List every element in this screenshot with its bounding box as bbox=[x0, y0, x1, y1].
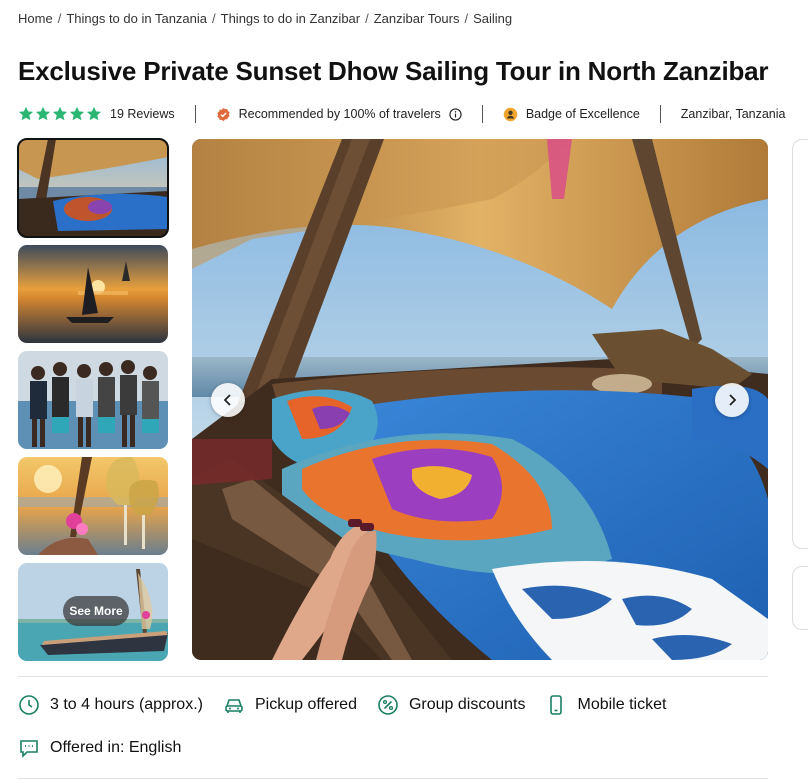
location-text: Zanzibar, Tanzania bbox=[680, 107, 786, 121]
feature-list: 3 to 4 hours (approx.) Pickup offered Gr… bbox=[18, 694, 686, 716]
breadcrumb-zanzibar-tours[interactable]: Zanzibar Tours bbox=[374, 11, 460, 26]
thumbnail-sunset-deck[interactable] bbox=[17, 138, 169, 238]
ticket-text: Mobile ticket bbox=[577, 696, 667, 713]
recommended-text: Recommended by 100% of travelers bbox=[238, 107, 441, 121]
breadcrumb-separator: / bbox=[57, 11, 62, 26]
thumbnail-sunset-sailboat[interactable] bbox=[18, 245, 168, 343]
booking-panel-edge bbox=[792, 139, 808, 549]
feature-pickup: Pickup offered bbox=[223, 694, 357, 716]
page-title: Exclusive Private Sunset Dhow Sailing To… bbox=[18, 56, 769, 86]
badge-text: Badge of Excellence bbox=[525, 107, 640, 121]
divider bbox=[18, 778, 768, 779]
divider bbox=[481, 105, 483, 123]
feature-duration: 3 to 4 hours (approx.) bbox=[18, 694, 203, 716]
divider bbox=[194, 105, 196, 123]
breadcrumb-home[interactable]: Home bbox=[18, 11, 53, 26]
breadcrumb: Home / Things to do in Tanzania / Things to … bbox=[18, 11, 512, 26]
duration-text: 3 to 4 hours (approx.) bbox=[50, 696, 203, 713]
breadcrumb-separator: / bbox=[464, 11, 469, 26]
reviews-link[interactable]: 19 Reviews bbox=[110, 107, 175, 121]
star-icon bbox=[86, 106, 102, 121]
star-icon bbox=[69, 106, 85, 121]
previous-image-button[interactable] bbox=[211, 383, 245, 417]
mobile-ticket-icon bbox=[550, 695, 563, 715]
badge-of-excellence-icon bbox=[503, 107, 518, 121]
next-image-button[interactable] bbox=[715, 383, 749, 417]
feature-discounts: Group discounts bbox=[377, 694, 526, 716]
breadcrumb-sailing[interactable]: Sailing bbox=[473, 11, 512, 26]
star-icon bbox=[18, 106, 34, 121]
recommended-badge-icon bbox=[217, 107, 230, 121]
info-icon[interactable] bbox=[449, 107, 462, 121]
chevron-left-icon bbox=[223, 394, 231, 406]
main-photo bbox=[192, 139, 768, 660]
thumbnail-dhow-boat[interactable]: See More bbox=[18, 563, 168, 661]
feature-language: Offered in: English bbox=[18, 737, 181, 759]
see-more-button[interactable]: See More bbox=[63, 596, 129, 626]
divider bbox=[659, 105, 661, 123]
divider bbox=[18, 676, 768, 677]
feature-ticket: Mobile ticket bbox=[545, 694, 666, 716]
language-chat-icon bbox=[20, 740, 38, 758]
rating-stars[interactable] bbox=[18, 106, 102, 122]
thumbnail-crew-group[interactable] bbox=[18, 351, 168, 449]
breadcrumb-zanzibar[interactable]: Things to do in Zanzibar bbox=[221, 11, 360, 26]
breadcrumb-separator: / bbox=[365, 11, 369, 26]
side-panel-edge bbox=[792, 566, 808, 630]
discounts-text: Group discounts bbox=[408, 696, 526, 713]
breadcrumb-tanzania[interactable]: Things to do in Tanzania bbox=[66, 11, 207, 26]
star-icon bbox=[35, 106, 51, 121]
breadcrumb-separator: / bbox=[212, 11, 216, 26]
thumbnail-wine-glasses[interactable] bbox=[18, 457, 168, 555]
discount-icon bbox=[378, 695, 398, 715]
language-text: Offered in: English bbox=[50, 739, 182, 756]
product-meta: 19 Reviews Recommended by 100% of travel… bbox=[18, 104, 785, 124]
star-icon bbox=[52, 106, 68, 121]
pickup-text: Pickup offered bbox=[254, 696, 357, 713]
car-icon bbox=[225, 699, 243, 713]
clock-icon bbox=[19, 695, 39, 715]
chevron-right-icon bbox=[729, 394, 737, 406]
